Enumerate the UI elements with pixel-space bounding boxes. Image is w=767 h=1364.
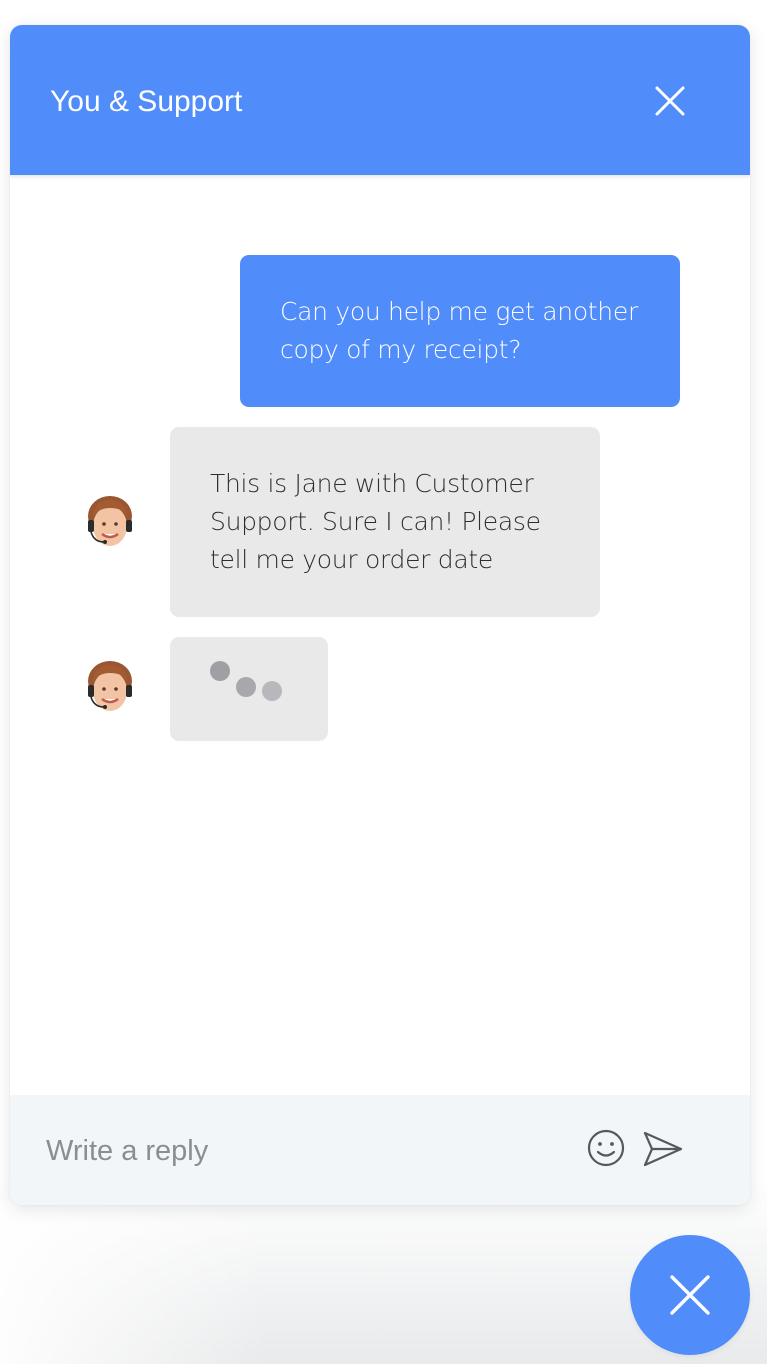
chat-launcher-button[interactable] — [630, 1235, 750, 1355]
smiley-icon — [587, 1129, 625, 1167]
typing-dot — [210, 661, 230, 681]
reply-composer — [10, 1095, 750, 1205]
reply-input[interactable] — [46, 1127, 566, 1175]
typing-indicator — [170, 637, 328, 741]
close-icon — [655, 86, 685, 116]
typing-dot — [236, 677, 256, 697]
send-button[interactable] — [642, 1129, 684, 1169]
agent-message: This is Jane with Customer Support. Sure… — [170, 427, 600, 617]
chat-title: You & Support — [50, 85, 243, 118]
user-message: Can you help me get another copy of my r… — [240, 255, 680, 407]
send-icon — [643, 1131, 683, 1167]
agent-avatar — [80, 492, 140, 552]
close-icon — [670, 1275, 710, 1315]
chat-window: You & Support Can you help me get anothe… — [10, 25, 750, 1205]
agent-avatar — [80, 657, 140, 717]
chat-header: You & Support — [10, 25, 750, 175]
typing-dot — [262, 681, 282, 701]
emoji-button[interactable] — [586, 1128, 626, 1168]
close-chat-button[interactable] — [650, 81, 690, 121]
message-list: Can you help me get another copy of my r… — [10, 175, 750, 1095]
